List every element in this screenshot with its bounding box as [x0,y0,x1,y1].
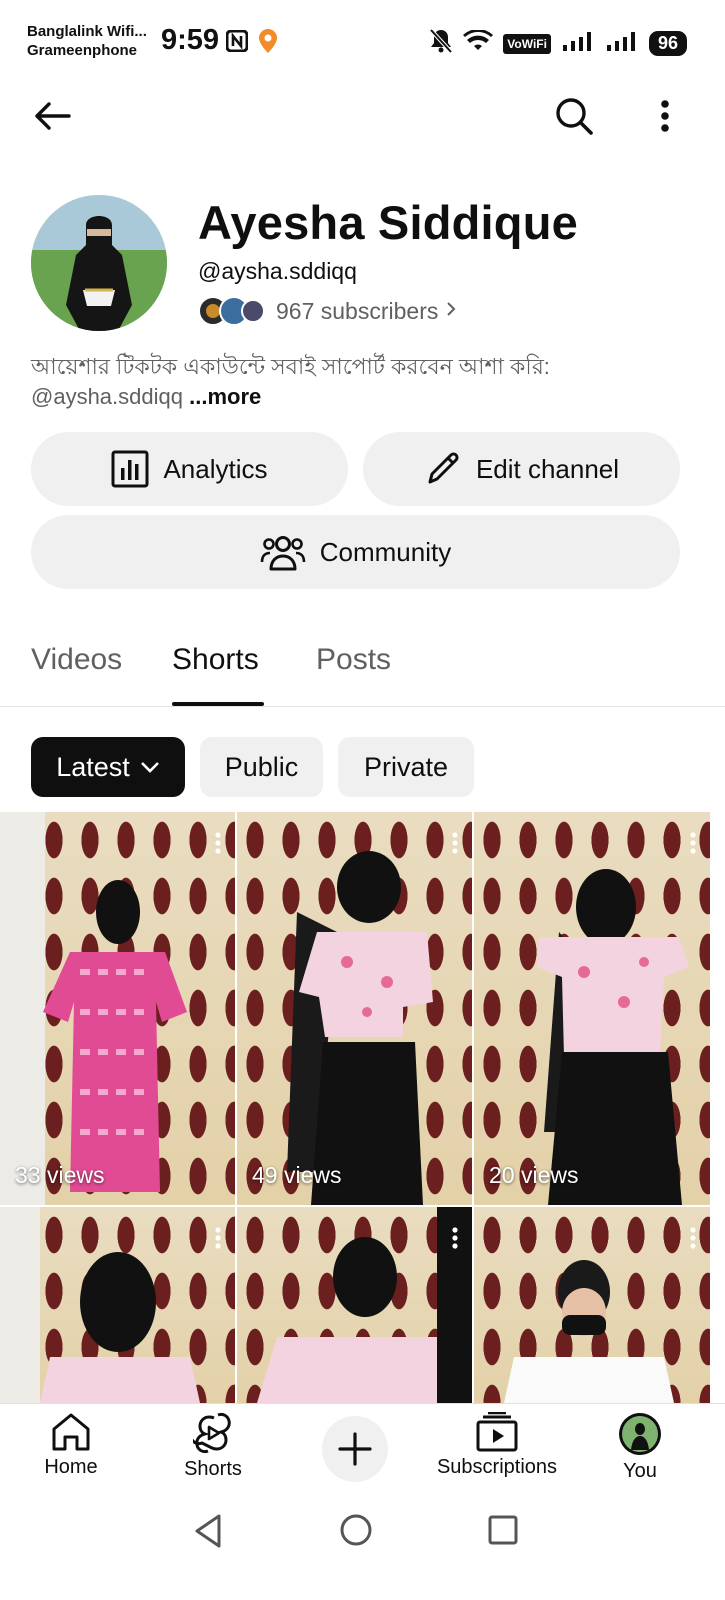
short-thumbnail-1[interactable]: 33 views [0,812,235,1205]
battery-indicator: 96 [648,31,687,56]
view-count: 20 views [489,1162,579,1188]
channel-avatar[interactable] [31,195,167,331]
search-icon [556,98,593,135]
channel-handle: @aysha.sddiqq [198,258,357,284]
community-label: Community [319,536,452,567]
nav-you[interactable]: You [612,1412,668,1483]
nav-subscriptions[interactable]: Subscriptions [434,1412,560,1479]
chevron-down-icon [140,762,159,773]
thumbnail-image [287,851,433,1205]
bell-off-icon [429,28,453,59]
edit-channel-label: Edit channel [475,453,620,484]
search-button[interactable] [550,92,598,140]
nav-home-label: Home [44,1456,98,1478]
nav-subscriptions-label: Subscriptions [436,1456,558,1478]
short-options-icon[interactable] [452,832,458,859]
carrier-1: Banglalink Wifi... [27,23,147,40]
subscriber-avatars [198,296,264,326]
tab-shorts[interactable]: Shorts [172,643,259,677]
short-options-icon[interactable] [690,1227,696,1254]
latest-filter-chip[interactable]: Latest [31,737,185,797]
status-bar: Banglalink Wifi... Grameenphone 9:59 VoW… [0,0,725,80]
nav-shorts[interactable]: Shorts [178,1412,248,1481]
public-filter-chip[interactable]: Public [200,737,323,797]
short-options-icon[interactable] [690,832,696,859]
short-thumbnail-3[interactable]: 20 views [474,812,710,1205]
thumbnail-image [0,812,187,1205]
shorts-icon [193,1412,231,1454]
signal-1-icon [561,31,595,56]
system-navigation-bar [0,1493,725,1600]
short-options-icon[interactable] [452,1227,458,1254]
short-thumbnail-4[interactable] [0,1207,235,1403]
tab-posts[interactable]: Posts [316,643,391,677]
home-icon [52,1413,90,1451]
location-pin-icon [258,28,278,59]
system-recents-button[interactable] [488,1515,518,1550]
signal-2-icon [605,31,639,56]
more-link[interactable]: ...more [189,384,261,409]
wifi-icon [463,29,494,57]
view-count: 33 views [15,1162,105,1188]
thumbnail-image [504,1260,674,1403]
plus-icon [338,1432,372,1466]
vowifi-badge: VoWiFi [503,33,551,54]
tab-videos[interactable]: Videos [31,643,122,677]
community-button[interactable]: Community [31,515,680,589]
nav-you-label: You [623,1460,657,1482]
nav-home[interactable]: Home [38,1412,104,1479]
circle-home-icon [340,1514,372,1546]
channel-name: Ayesha Siddique [198,196,578,249]
thumbnail-image [257,1207,472,1403]
system-back-button[interactable] [192,1513,224,1554]
short-thumbnail-5[interactable] [237,1207,472,1403]
latest-label: Latest [56,751,130,782]
create-button[interactable] [322,1416,388,1482]
thumbnail-image [537,869,689,1205]
view-count: 49 views [252,1162,342,1188]
pencil-icon [428,452,459,484]
system-home-button[interactable] [339,1513,373,1552]
short-thumbnail-2[interactable]: 49 views [237,812,472,1205]
back-button[interactable] [28,92,76,140]
short-options-icon[interactable] [215,832,221,859]
nfc-icon [225,29,249,57]
profile-avatar-icon [619,1413,661,1455]
square-recents-icon [488,1515,518,1545]
subscribers-row[interactable]: 967 subscribers [198,296,456,326]
subscriptions-icon [476,1412,518,1452]
description-line-2: @aysha.sddiqq [31,384,183,409]
channel-description[interactable]: আয়েশার টিকটক একাউন্টে সবাই সাপোর্ট করবে… [31,352,691,412]
edit-channel-button[interactable]: Edit channel [363,432,680,506]
thumbnail-image [0,1207,200,1403]
chevron-right-icon [446,301,456,322]
private-filter-chip[interactable]: Private [338,737,474,797]
analytics-icon [111,450,149,488]
description-line-1: আয়েশার টিকটক একাউন্টে সবাই সাপোর্ট করবে… [31,354,550,379]
community-icon [260,536,306,571]
subscriber-count: 967 subscribers [276,297,439,324]
carrier-info: Banglalink Wifi... Grameenphone [27,22,147,60]
triangle-back-icon [195,1514,221,1548]
status-icons: VoWiFi 96 [429,28,687,59]
analytics-label: Analytics [163,453,268,484]
more-options-button[interactable] [643,92,687,140]
tabs-divider [0,706,725,707]
clock: 9:59 [161,24,220,56]
arrow-left-icon [35,102,71,130]
carrier-2: Grameenphone [27,42,138,59]
analytics-button[interactable]: Analytics [31,432,348,506]
kebab-menu-icon [661,100,669,132]
short-thumbnail-6[interactable] [474,1207,710,1403]
nav-shorts-label: Shorts [184,1458,242,1480]
avatar-image [31,195,167,331]
short-options-icon[interactable] [215,1227,221,1254]
